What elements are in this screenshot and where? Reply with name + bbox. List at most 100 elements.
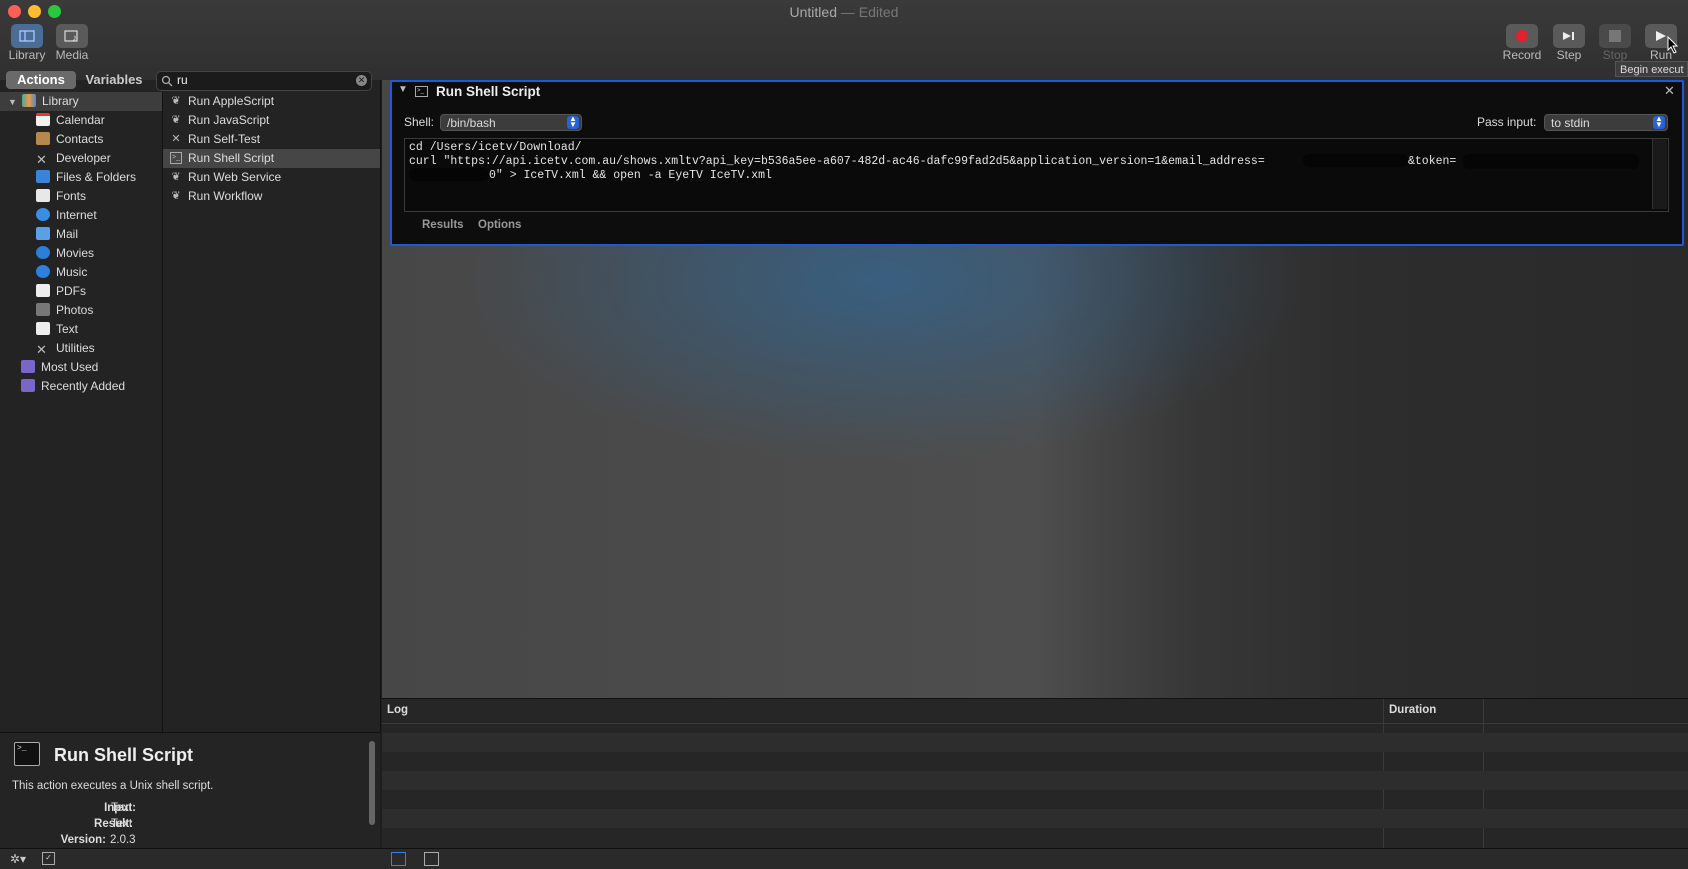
pass-input-popup[interactable]: to stdin ▲ ▼ (1544, 114, 1668, 131)
action-item-run-javascript[interactable]: ❦ Run JavaScript (163, 111, 380, 130)
script-line: &token= (1408, 155, 1457, 168)
description-pane: >_ Run Shell Script This action executes… (0, 732, 380, 849)
duration-column-header[interactable]: Duration (1389, 704, 1436, 716)
scrollbar[interactable] (369, 741, 375, 825)
gear-menu-icon[interactable]: ✲▾ (10, 852, 26, 866)
smart-folder-icon (21, 379, 35, 392)
pdf-icon (36, 284, 50, 297)
version-value: 2.0.3 (110, 834, 136, 846)
log-row (382, 809, 1688, 828)
sidebar-item-photos[interactable]: Photos (36, 301, 93, 320)
sidebar-item-text[interactable]: Text (36, 320, 78, 339)
step-button[interactable] (1553, 24, 1585, 48)
sidebar-item-utilities[interactable]: ✕ Utilities (36, 339, 95, 358)
step-label: Step (1556, 48, 1582, 62)
stop-label: Stop (1602, 48, 1628, 62)
sidebar-item-mail[interactable]: Mail (36, 225, 78, 244)
chevron-updown-icon: ▲ ▼ (567, 115, 579, 129)
clear-search-icon[interactable]: ✕ (356, 75, 367, 86)
shell-popup[interactable]: /bin/bash ▲ ▼ (440, 114, 582, 131)
sidebar-item-pdfs[interactable]: PDFs (36, 282, 86, 301)
script-line: 0" > IceTV.xml && open -a EyeTV IceTV.xm… (489, 169, 772, 182)
tab-variables[interactable]: Variables (80, 71, 148, 89)
sidebar-item-calendar[interactable]: Calendar (36, 111, 105, 130)
sidebar-item-fonts[interactable]: Fonts (36, 187, 86, 206)
action-item-run-workflow[interactable]: ❦ Run Workflow (163, 187, 380, 206)
input-value: Text (111, 802, 133, 814)
search-input[interactable]: ru (177, 73, 188, 87)
sidebar-item-most-used[interactable]: Most Used (21, 358, 98, 377)
media-label: Media (55, 48, 89, 62)
log-pane: Log Duration (382, 698, 1688, 849)
tab-results[interactable]: Results (422, 219, 464, 231)
version-label: Version: (60, 834, 106, 846)
script-line: curl "https://api.icetv.com.au/shows.xml… (409, 155, 1265, 168)
font-book-icon (36, 189, 50, 202)
tab-actions[interactable]: Actions (6, 71, 76, 89)
developer-tools-icon: ✕ (36, 152, 47, 167)
sidebar-item-files-folders[interactable]: Files & Folders (36, 168, 136, 187)
library-toggle-button[interactable] (11, 24, 43, 48)
utilities-icon: ✕ (36, 342, 47, 357)
log-column-header[interactable]: Log (387, 704, 408, 716)
record-icon (1516, 30, 1528, 42)
result-value: Text (111, 818, 133, 830)
sidebar-item-contacts[interactable]: Contacts (36, 130, 103, 149)
log-header-row (382, 699, 1688, 724)
record-button[interactable] (1506, 24, 1538, 48)
sidebar-item-movies[interactable]: Movies (36, 244, 94, 263)
tools-icon: ✕ (171, 133, 181, 145)
contacts-icon (36, 132, 50, 145)
photos-icon (36, 303, 50, 316)
redaction (1303, 154, 1408, 167)
media-icon: ♪ (64, 30, 78, 43)
sidebar-item-music[interactable]: Music (36, 263, 87, 282)
chevron-updown-icon: ▲ ▼ (1653, 115, 1665, 129)
record-label: Record (1502, 48, 1542, 62)
pass-input-label: Pass input: (1477, 115, 1537, 129)
script-line: cd /Users/icetv/Download/ (409, 141, 582, 154)
log-row (382, 733, 1688, 752)
action-title: Run Shell Script (436, 84, 541, 99)
library-icon (19, 30, 35, 42)
action-item-run-web-service[interactable]: ❦ Run Web Service (163, 168, 380, 187)
step-icon (1563, 32, 1574, 40)
title-bar: Untitled — Edited Library ♪ Media Record… (0, 0, 1688, 81)
tab-options[interactable]: Options (478, 219, 521, 231)
action-item-run-shell-script[interactable]: >_ Run Shell Script (163, 149, 380, 168)
show-description-icon[interactable]: ✓ (42, 852, 55, 865)
tooltip: Begin execut (1615, 61, 1688, 77)
script-editor[interactable]: cd /Users/icetv/Download/ curl "https://… (404, 138, 1669, 212)
terminal-icon: >_ (415, 86, 428, 97)
mail-icon (36, 227, 50, 240)
stop-icon (1609, 30, 1621, 42)
media-button[interactable]: ♪ (56, 24, 88, 48)
bottom-bar: ✲▾ ✓ (0, 848, 1688, 869)
search-field[interactable]: ru ✕ (156, 71, 372, 91)
library-label: Library (8, 48, 46, 62)
library-list: ▼ Library Calendar Contacts ✕ Developer Fi… (0, 92, 163, 732)
redaction (409, 168, 489, 181)
list-view-icon[interactable] (391, 852, 406, 866)
collapse-triangle-icon[interactable]: ▼ (398, 84, 408, 95)
action-item-run-applescript[interactable]: ❦ Run AppleScript (163, 92, 380, 111)
shell-label: Shell: (404, 115, 435, 129)
sidebar-item-recently-added[interactable]: Recently Added (21, 377, 125, 396)
sidebar-item-developer[interactable]: ✕ Developer (36, 149, 111, 168)
search-icon (161, 75, 173, 87)
script-icon: ❦ (171, 190, 181, 202)
close-action-icon[interactable]: ✕ (1664, 83, 1675, 99)
actions-list: ❦ Run AppleScript ❦ Run JavaScript ✕ Run Se… (163, 92, 380, 732)
scrollbar[interactable] (1652, 139, 1667, 209)
action-item-run-self-test[interactable]: ✕ Run Self-Test (163, 130, 380, 149)
sidebar-item-library[interactable]: ▼ Library (0, 92, 162, 111)
music-icon (36, 265, 50, 278)
terminal-icon: >_ (170, 152, 182, 164)
library-folder-icon (22, 94, 36, 107)
disclosure-triangle-icon[interactable]: ▼ (8, 93, 20, 112)
stop-button[interactable] (1599, 24, 1631, 48)
sidebar-item-internet[interactable]: Internet (36, 206, 97, 225)
split-view-icon[interactable] (424, 852, 439, 866)
description-title: Run Shell Script (54, 745, 194, 765)
text-icon (36, 322, 50, 335)
